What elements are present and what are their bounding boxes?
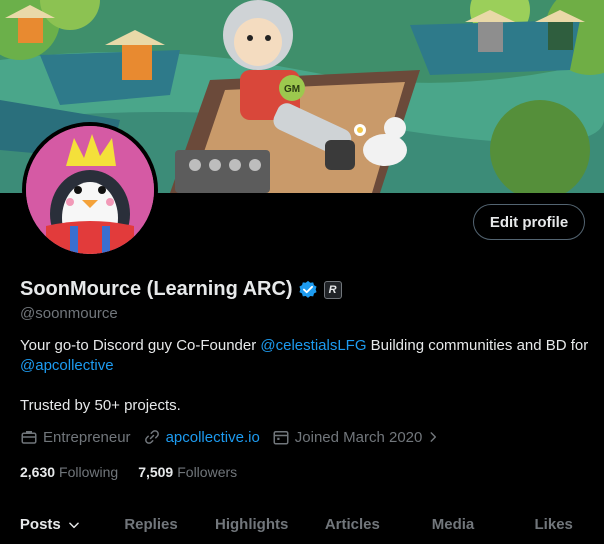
following-label: Following bbox=[59, 464, 119, 480]
followers-count: 7,509 bbox=[138, 464, 174, 480]
category-label: Entrepreneur bbox=[43, 428, 131, 446]
tab-highlights[interactable]: Highlights bbox=[201, 505, 302, 544]
followers-link[interactable]: 7,509 Followers bbox=[138, 464, 237, 480]
gm-text: GM bbox=[284, 84, 300, 95]
chevron-down-icon bbox=[68, 522, 79, 528]
verified-badge-icon[interactable] bbox=[298, 280, 318, 300]
following-count: 2,630 bbox=[20, 464, 56, 480]
profile-meta: Entrepreneur apcollective.io Joined Marc… bbox=[20, 428, 457, 446]
follow-stats: 2,630 Following 7,509 Followers bbox=[20, 464, 257, 480]
mention-link[interactable]: @celestialsLFG bbox=[260, 337, 366, 354]
tab-label: Articles bbox=[324, 516, 380, 533]
link-icon bbox=[144, 430, 159, 444]
followers-label: Followers bbox=[177, 464, 238, 480]
bio-text: Your go-to Discord guy Co-Founder bbox=[20, 337, 261, 354]
avatar[interactable] bbox=[22, 122, 158, 258]
profile-handle: @soonmource bbox=[20, 305, 118, 322]
affiliate-badge-icon[interactable]: R bbox=[323, 280, 342, 299]
profile-name-row: SoonMource (Learning ARC) R bbox=[20, 278, 342, 301]
tab-label: Likes bbox=[534, 516, 573, 533]
bio-second-line: Trusted by 50+ projects. bbox=[20, 397, 181, 414]
meta-category: Entrepreneur bbox=[20, 428, 131, 446]
tab-label: Highlights bbox=[215, 516, 289, 533]
mention-link[interactable]: @apcollective bbox=[20, 357, 114, 374]
briefcase-icon bbox=[21, 431, 37, 444]
tab-replies[interactable]: Replies bbox=[101, 505, 202, 544]
penguin-avatar-image bbox=[26, 126, 154, 254]
tab-label: Replies bbox=[124, 516, 178, 533]
website-link[interactable]: apcollective.io bbox=[166, 429, 260, 446]
bio-text: Building communities and BD for bbox=[366, 337, 589, 354]
edit-profile-button[interactable]: Edit profile bbox=[473, 204, 585, 240]
display-name: SoonMource (Learning ARC) bbox=[20, 278, 293, 300]
following-link[interactable]: 2,630 Following bbox=[20, 464, 118, 480]
tab-articles[interactable]: Articles bbox=[302, 505, 403, 544]
tab-media[interactable]: Media bbox=[403, 505, 504, 544]
tab-label: Posts bbox=[19, 516, 61, 533]
chevron-right-icon bbox=[430, 432, 437, 442]
meta-website[interactable]: apcollective.io bbox=[143, 428, 260, 446]
tab-label: Media bbox=[431, 516, 475, 533]
tab-posts[interactable]: Posts bbox=[0, 505, 101, 544]
profile-tabs: Posts Replies Highlights Articles Media … bbox=[0, 505, 604, 544]
calendar-icon bbox=[273, 431, 289, 445]
profile-bio: Your go-to Discord guy Co-Founder @celes… bbox=[20, 336, 590, 376]
meta-joined[interactable]: Joined March 2020 bbox=[272, 428, 446, 446]
joined-date: Joined March 2020 bbox=[294, 428, 423, 446]
tab-likes[interactable]: Likes bbox=[503, 505, 604, 544]
